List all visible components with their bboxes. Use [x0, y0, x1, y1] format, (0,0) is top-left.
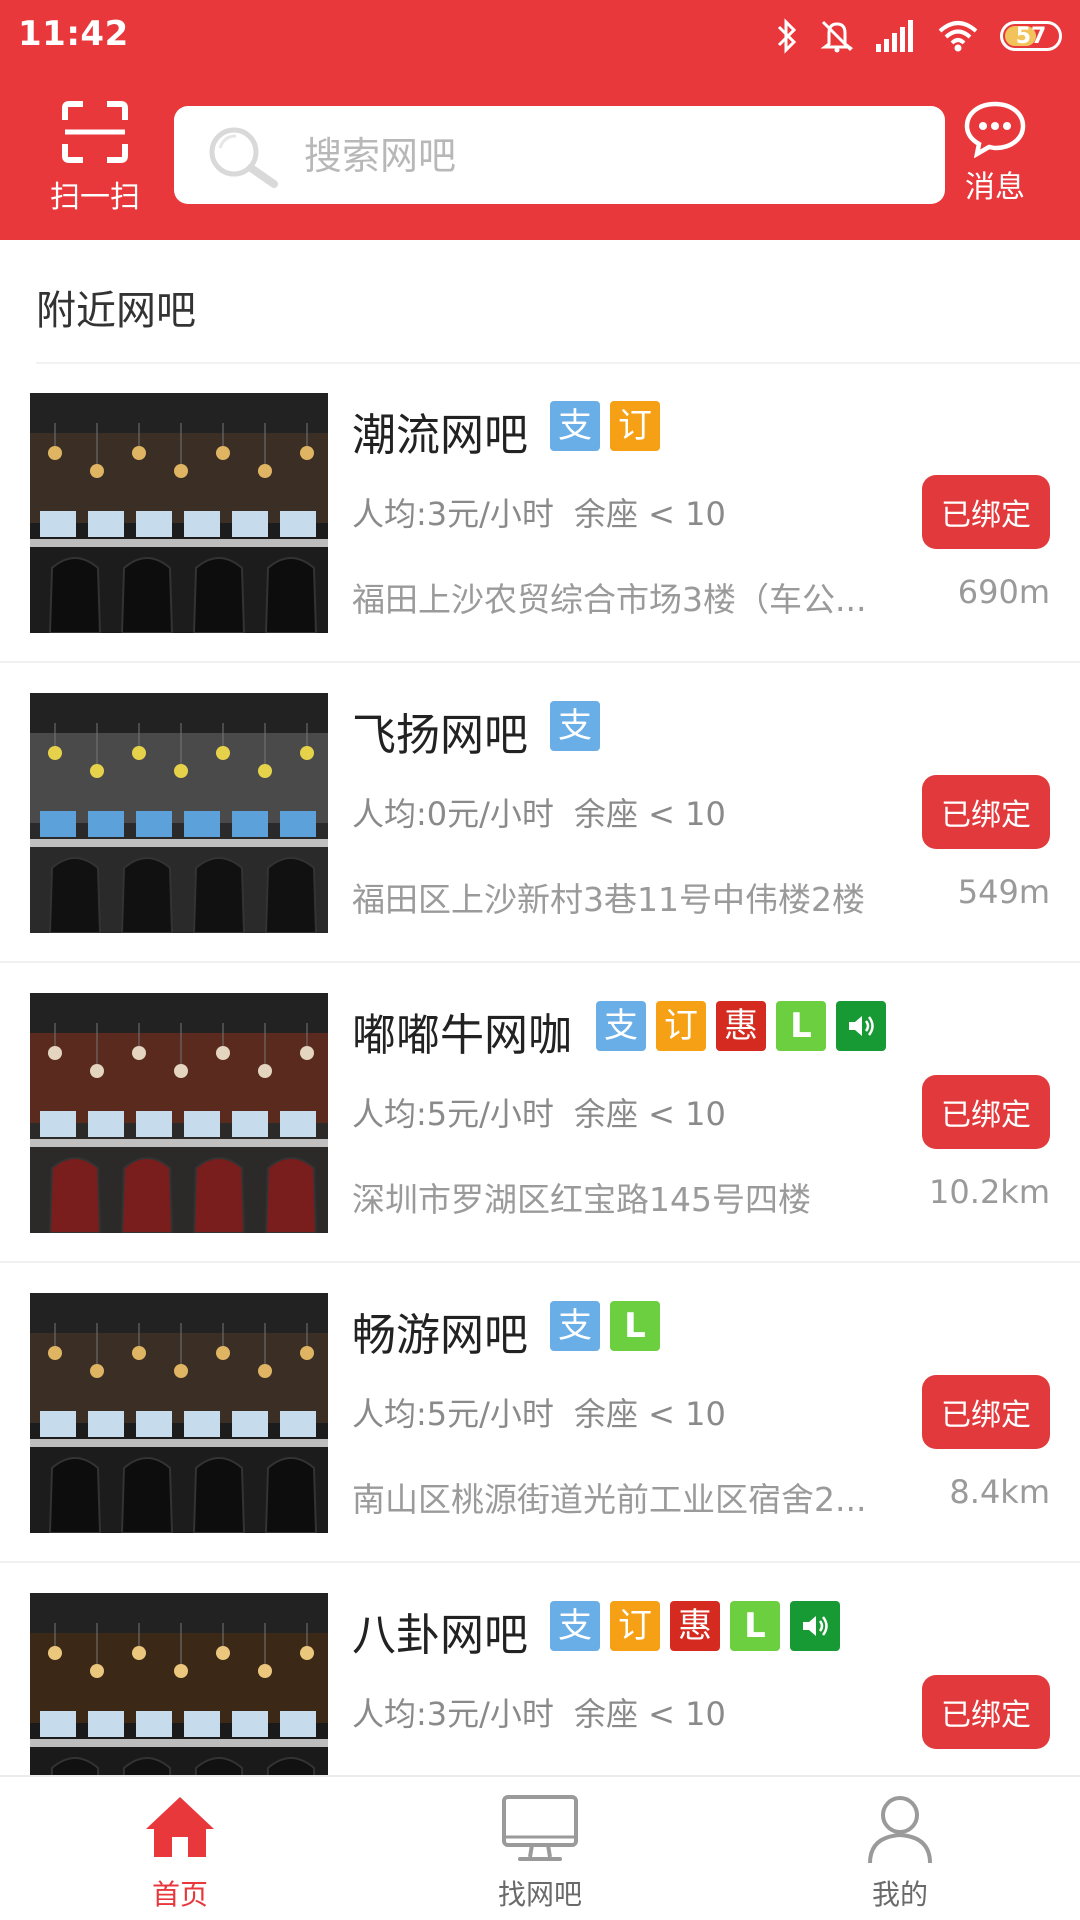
scan-button[interactable]: 扫一扫	[40, 100, 150, 215]
cafe-address: 福田区上沙新村3巷11号中伟楼2楼	[352, 880, 865, 919]
cafe-meta: 人均:5元/小时 余座 < 10	[352, 1089, 726, 1135]
cafe-seats: 余座 < 10	[573, 1095, 726, 1133]
wifi-icon	[938, 21, 978, 52]
cafe-distance: 690m	[957, 573, 1050, 611]
cafe-tags: 支订惠L	[596, 1001, 886, 1051]
cafe-photo-image	[30, 393, 328, 633]
cafe-meta: 人均:0元/小时 余座 < 10	[352, 789, 726, 835]
cafe-thumbnail	[30, 1293, 328, 1533]
search-bar[interactable]	[174, 106, 945, 206]
pay-tag: 支	[550, 1301, 600, 1351]
cafe-price: 人均:3元/小时	[352, 495, 554, 533]
cafe-tags: 支	[550, 701, 600, 751]
cafe-name: 嘟嘟牛网咖	[352, 1010, 572, 1061]
search-icon	[209, 127, 278, 188]
user-icon	[868, 1796, 932, 1864]
signal-icon	[876, 20, 913, 52]
cafe-thumbnail	[30, 393, 328, 633]
cafe-name: 飞扬网吧	[352, 710, 528, 761]
cafe-tags: 支订惠L	[550, 1601, 840, 1651]
status-bar: 11:42 57	[0, 0, 1080, 72]
cafe-address: 深圳市罗湖区红宝路145号四楼	[352, 1180, 811, 1219]
cafe-thumbnail	[30, 693, 328, 933]
cafe-photo-image	[30, 993, 328, 1233]
cafe-tags: 支订	[550, 401, 660, 451]
cafe-list-item[interactable]: 八卦网吧支订惠 L 人均:3元/小时 余座 < 10 已绑定	[0, 1563, 1080, 1775]
message-button[interactable]: 消息	[940, 100, 1050, 206]
cafe-distance: 10.2km	[929, 1173, 1050, 1211]
cafe-name: 畅游网吧	[352, 1310, 528, 1361]
cafe-name: 八卦网吧	[352, 1610, 528, 1661]
cafe-seats: 余座 < 10	[573, 495, 726, 533]
bound-button[interactable]: 已绑定	[922, 775, 1050, 849]
cafe-list: 潮流网吧支订人均:3元/小时 余座 < 10 已绑定 福田上沙农贸综合市场3楼（车公.…	[0, 363, 1080, 1775]
bound-button[interactable]: 已绑定	[922, 1375, 1050, 1449]
cafe-seats: 余座 < 10	[573, 795, 726, 833]
cafe-meta: 人均:5元/小时 余座 < 10	[352, 1389, 726, 1435]
l-tag: L	[730, 1601, 780, 1651]
scan-icon	[62, 101, 128, 163]
cafe-tags: 支L	[550, 1301, 660, 1351]
section-title: 附近网吧	[36, 288, 196, 334]
cafe-name: 潮流网吧	[352, 410, 528, 461]
cafe-meta: 人均:3元/小时 余座 < 10	[352, 489, 726, 535]
status-time: 11:42	[18, 14, 129, 54]
status-icons: 57	[776, 14, 1062, 58]
pay-tag: 支	[596, 1001, 646, 1051]
cafe-address: 福田上沙农贸综合市场3楼（车公...	[352, 580, 867, 619]
cafe-seats: 余座 < 10	[573, 1395, 726, 1433]
tab-find-cafe[interactable]: 找网吧	[360, 1777, 720, 1920]
cafe-list-item[interactable]: 潮流网吧支订人均:3元/小时 余座 < 10 已绑定福田上沙农贸综合市场3楼（车公.…	[0, 363, 1080, 663]
l-tag: L	[776, 1001, 826, 1051]
cafe-price: 人均:3元/小时	[352, 1695, 554, 1733]
message-label: 消息	[965, 170, 1025, 205]
bluetooth-icon	[777, 18, 797, 54]
cafe-price: 人均:5元/小时	[352, 1395, 554, 1433]
pay-tag: 支	[550, 1601, 600, 1651]
cafe-price: 人均:5元/小时	[352, 1095, 554, 1133]
tab-home[interactable]: 首页	[0, 1777, 360, 1920]
cafe-distance: 8.4km	[949, 1473, 1050, 1511]
cafe-address: 南山区桃源街道光前工业区宿舍2...	[352, 1480, 867, 1519]
promo-tag: 惠	[670, 1601, 720, 1651]
search-input[interactable]	[302, 106, 906, 206]
cafe-seats: 余座 < 10	[573, 1695, 726, 1733]
tab-profile[interactable]: 我的	[720, 1777, 1080, 1920]
pay-tag: 支	[550, 701, 600, 751]
booking-tag: 订	[656, 1001, 706, 1051]
bound-button[interactable]: 已绑定	[922, 1075, 1050, 1149]
cafe-list-item[interactable]: 飞扬网吧支人均:0元/小时 余座 < 10 已绑定福田区上沙新村3巷11号中伟楼2楼…	[0, 663, 1080, 963]
booking-tag: 订	[610, 401, 660, 451]
speaker-tag-icon	[836, 1001, 886, 1051]
battery-level: 57	[1015, 23, 1047, 49]
scan-label: 扫一扫	[50, 180, 140, 215]
cafe-photo-image	[30, 1593, 328, 1775]
tab-profile-label: 我的	[871, 1878, 928, 1911]
booking-tag: 订	[610, 1601, 660, 1651]
promo-tag: 惠	[716, 1001, 766, 1051]
monitor-icon	[502, 1795, 578, 1861]
cafe-thumbnail	[30, 993, 328, 1233]
cafe-thumbnail	[30, 1593, 328, 1775]
home-icon	[146, 1797, 214, 1857]
bottom-tab-bar: 首页 找网吧 我的	[0, 1775, 1080, 1920]
cafe-meta: 人均:3元/小时 余座 < 10	[352, 1689, 726, 1735]
speaker-tag-icon	[790, 1601, 840, 1651]
cafe-distance: 549m	[957, 873, 1050, 911]
bound-button[interactable]: 已绑定	[922, 1675, 1050, 1749]
bound-button[interactable]: 已绑定	[922, 475, 1050, 549]
cafe-photo-image	[30, 1293, 328, 1533]
mute-icon	[820, 20, 854, 53]
cafe-list-item[interactable]: 畅游网吧支 L 人均:5元/小时 余座 < 10 已绑定南山区桃源街道光前工业区宿舍2.…	[0, 1263, 1080, 1563]
tab-home-label: 首页	[151, 1878, 208, 1911]
chat-bubble-icon	[964, 101, 1026, 159]
app-header: 11:42 57 扫一扫 消息	[0, 0, 1080, 240]
cafe-photo-image	[30, 693, 328, 933]
cafe-list-item[interactable]: 嘟嘟牛网咖支订惠 L 人均:5元/小时 余座 < 10 已绑定深圳市罗湖区红宝路145号…	[0, 963, 1080, 1263]
cafe-price: 人均:0元/小时	[352, 795, 554, 833]
battery-icon: 57	[1000, 21, 1062, 51]
pay-tag: 支	[550, 401, 600, 451]
tab-find-cafe-label: 找网吧	[497, 1878, 582, 1911]
l-tag: L	[610, 1301, 660, 1351]
